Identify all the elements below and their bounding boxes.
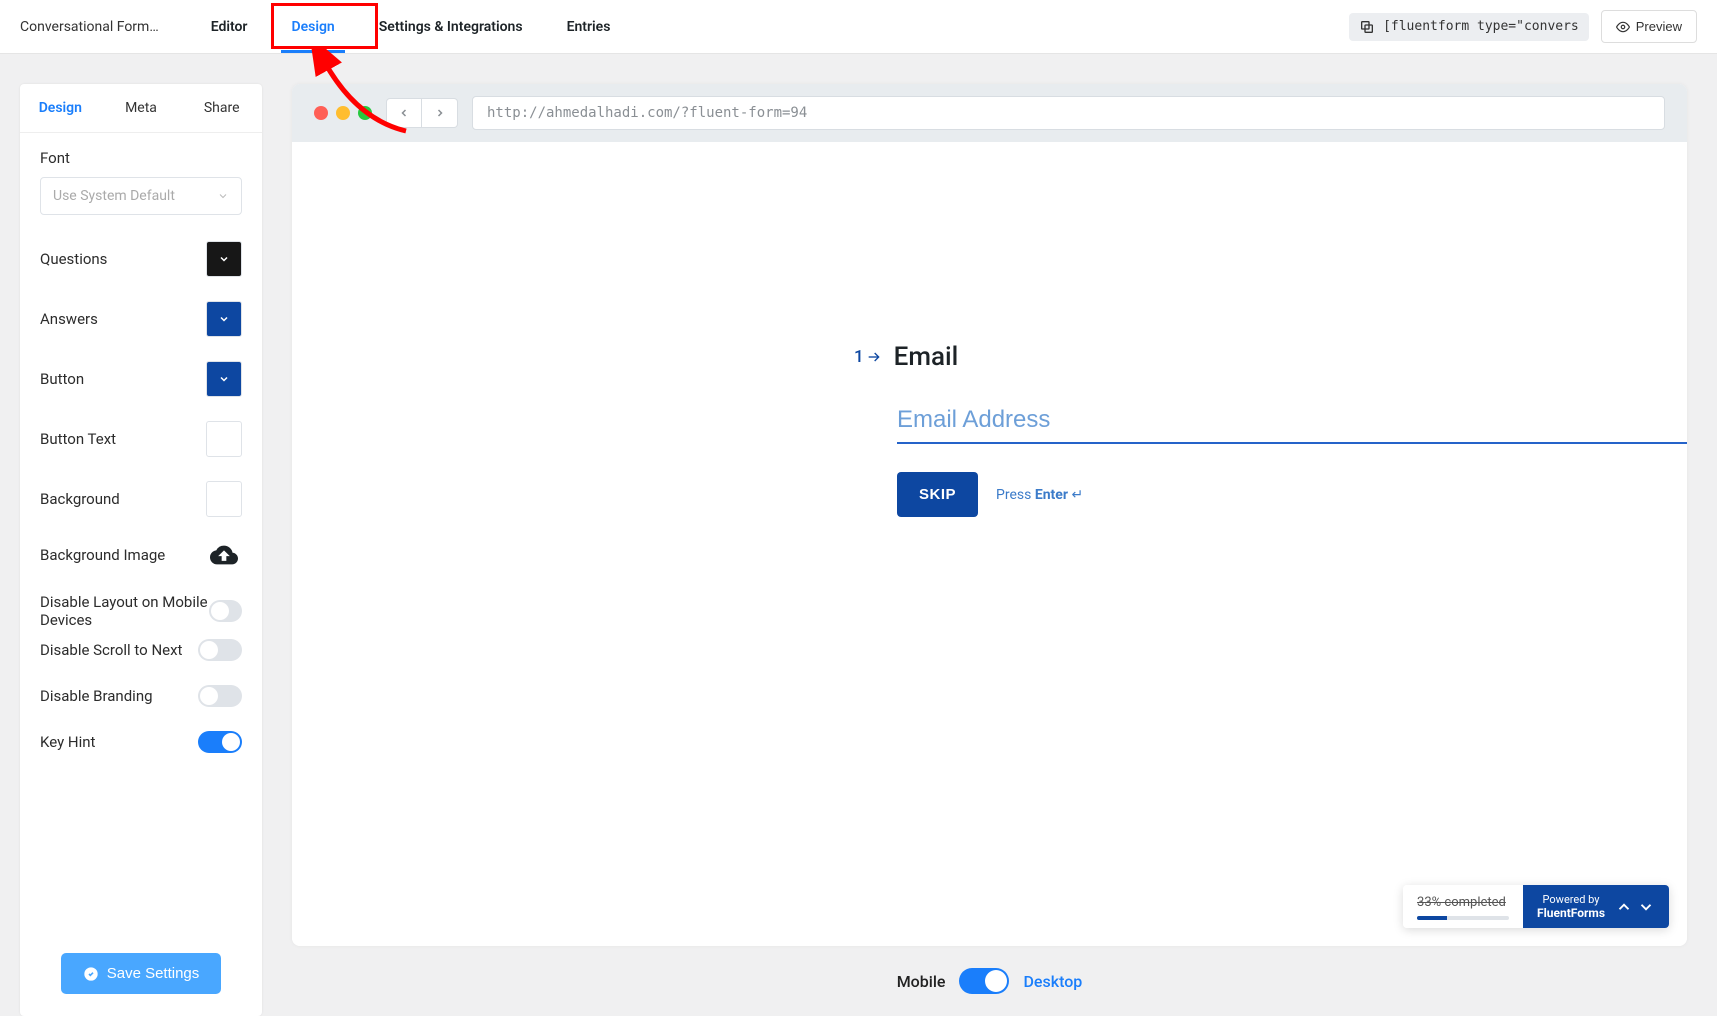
traffic-light-green [358, 106, 372, 120]
tab-editor[interactable]: Editor [189, 1, 270, 53]
font-select[interactable]: Use System Default [40, 177, 242, 215]
key-hint-toggle[interactable] [198, 731, 242, 753]
font-label: Font [40, 149, 242, 167]
cloud-upload-icon[interactable] [206, 541, 242, 569]
question-title: Email [894, 342, 959, 372]
disable-layout-mobile-toggle[interactable] [209, 600, 242, 622]
sidebar-tab-meta[interactable]: Meta [101, 84, 182, 132]
tab-design[interactable]: Design [269, 1, 356, 53]
device-toggle-switch[interactable] [959, 968, 1009, 994]
disable-branding-toggle[interactable] [198, 685, 242, 707]
answers-label: Answers [40, 310, 98, 328]
chevron-down-icon [218, 313, 230, 325]
question-number: 1 [854, 347, 882, 367]
prev-question-button[interactable] [1615, 898, 1633, 916]
arrow-right-icon [866, 349, 882, 365]
preview-label: Preview [1636, 19, 1682, 34]
shortcode-text: [fluentform type="convers [1383, 19, 1579, 34]
disable-scroll-toggle[interactable] [198, 639, 242, 661]
powered-by[interactable]: Powered by FluentForms [1537, 893, 1605, 921]
key-hint-text: Press Enter ↵ [996, 487, 1083, 503]
progress-bar [1417, 916, 1509, 920]
disable-scroll-label: Disable Scroll to Next [40, 641, 182, 659]
tab-settings[interactable]: Settings & Integrations [357, 1, 545, 53]
sidebar-tabs: Design Meta Share [20, 84, 262, 133]
browser-frame: http://ahmedalhadi.com/?fluent-form=94 1… [292, 84, 1687, 946]
button-color[interactable] [206, 361, 242, 397]
copy-icon [1359, 19, 1375, 35]
disable-layout-mobile-label: Disable Layout on Mobile Devices [40, 593, 209, 629]
email-input[interactable] [897, 402, 1687, 444]
device-toggle: Mobile Desktop [292, 946, 1687, 1016]
chevron-down-icon [218, 373, 230, 385]
save-settings-label: Save Settings [107, 965, 200, 982]
button-label: Button [40, 370, 84, 388]
sidebar-tab-share[interactable]: Share [181, 84, 262, 132]
shortcode-box[interactable]: [fluentform type="convers [1349, 13, 1589, 41]
browser-bar: http://ahmedalhadi.com/?fluent-form=94 [292, 84, 1687, 142]
background-color[interactable] [206, 481, 242, 517]
background-image-label: Background Image [40, 546, 165, 564]
traffic-light-red [314, 106, 328, 120]
mobile-label[interactable]: Mobile [897, 972, 946, 991]
chevron-right-icon [434, 107, 446, 119]
desktop-label[interactable]: Desktop [1023, 972, 1082, 991]
key-hint-label: Key Hint [40, 733, 95, 751]
questions-color[interactable] [206, 241, 242, 277]
nav-forward-button[interactable] [422, 98, 458, 128]
save-settings-button[interactable]: Save Settings [61, 953, 222, 994]
traffic-lights [314, 106, 372, 120]
answers-color[interactable] [206, 301, 242, 337]
nav-back-button[interactable] [386, 98, 422, 128]
page-title: Conversational Form… [20, 19, 159, 35]
progress-widget: 33% completed Powered by FluentForms [1403, 885, 1669, 928]
next-question-button[interactable] [1637, 898, 1655, 916]
skip-button[interactable]: SKIP [897, 472, 978, 517]
traffic-light-yellow [336, 106, 350, 120]
chevron-down-icon [217, 190, 229, 202]
progress-label: 33% completed [1417, 895, 1509, 910]
tab-entries[interactable]: Entries [545, 1, 633, 53]
eye-icon [1616, 20, 1630, 34]
disable-branding-label: Disable Branding [40, 687, 153, 705]
preview-area: http://ahmedalhadi.com/?fluent-form=94 1… [262, 54, 1717, 1016]
sidebar: Design Meta Share Font Use System Defaul… [20, 84, 262, 1016]
button-text-color[interactable] [206, 421, 242, 457]
chevron-down-icon [218, 253, 230, 265]
preview-button[interactable]: Preview [1601, 10, 1697, 43]
sidebar-tab-design[interactable]: Design [20, 84, 101, 132]
button-text-label: Button Text [40, 430, 116, 448]
url-bar[interactable]: http://ahmedalhadi.com/?fluent-form=94 [472, 96, 1665, 130]
font-select-value: Use System Default [53, 188, 175, 204]
questions-label: Questions [40, 250, 107, 268]
background-label: Background [40, 490, 120, 508]
check-circle-icon [83, 966, 99, 982]
topbar: Conversational Form… Editor Design Setti… [0, 0, 1717, 54]
chevron-left-icon [398, 107, 410, 119]
preview-body: 1 Email SKIP Press Enter ↵ [292, 142, 1687, 946]
topbar-tabs: Editor Design Settings & Integrations En… [189, 1, 633, 53]
